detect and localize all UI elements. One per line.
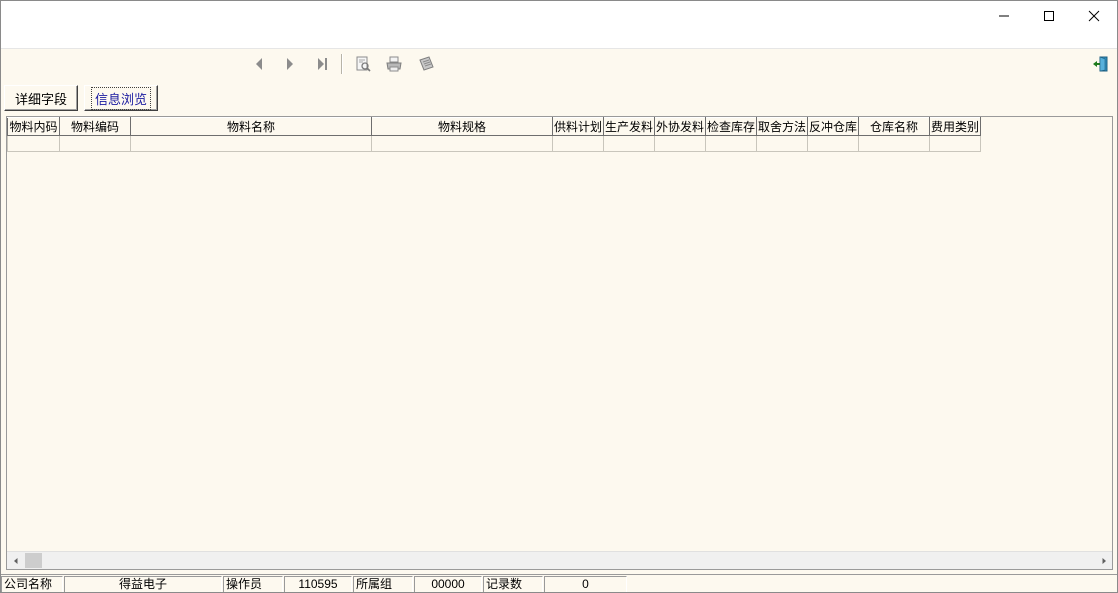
close-button[interactable] <box>1071 1 1117 31</box>
column-header[interactable]: 物料内码 <box>7 117 60 136</box>
column-header[interactable]: 费用类别 <box>929 117 981 136</box>
toolbar <box>1 50 1117 78</box>
print-preview-button[interactable] <box>352 53 374 75</box>
grid-header-row: 物料内码 物料编码 物料名称 物料规格 供料计划 生产发料 外协发料 检查库存 … <box>7 117 981 136</box>
prev-record-button[interactable] <box>248 53 270 75</box>
last-record-button[interactable] <box>312 53 334 75</box>
next-record-icon <box>287 58 293 70</box>
print-button[interactable] <box>383 53 405 75</box>
scroll-right-button[interactable] <box>1095 552 1112 569</box>
scroll-left-button[interactable] <box>7 552 24 569</box>
column-header[interactable]: 物料规格 <box>371 117 553 136</box>
grid-cell[interactable] <box>654 135 706 152</box>
grid-cell[interactable] <box>929 135 981 152</box>
close-icon <box>1088 10 1100 22</box>
column-header[interactable]: 仓库名称 <box>858 117 930 136</box>
grid-cell[interactable] <box>858 135 930 152</box>
table-row[interactable] <box>7 135 981 152</box>
column-header[interactable]: 取舍方法 <box>756 117 808 136</box>
tab-detail-fields[interactable]: 详细字段 <box>4 85 78 111</box>
grid-cell[interactable] <box>7 135 60 152</box>
column-header[interactable]: 外协发料 <box>654 117 706 136</box>
scroll-thumb[interactable] <box>25 553 42 568</box>
grid-cell[interactable] <box>705 135 757 152</box>
title-bar <box>1 1 1117 49</box>
grid-cell[interactable] <box>130 135 372 152</box>
grid-cell[interactable] <box>807 135 859 152</box>
data-grid[interactable]: 物料内码 物料编码 物料名称 物料规格 供料计划 生产发料 外协发料 检查库存 … <box>6 116 1113 570</box>
grid-cell[interactable] <box>756 135 808 152</box>
prev-record-icon <box>256 58 262 70</box>
print-icon <box>386 56 402 72</box>
grid-cell[interactable] <box>371 135 553 152</box>
column-header[interactable]: 物料编码 <box>59 117 131 136</box>
grid-cell[interactable] <box>603 135 655 152</box>
grid-table: 物料内码 物料编码 物料名称 物料规格 供料计划 生产发料 外协发料 检查库存 … <box>7 117 981 152</box>
toolbar-separator <box>341 54 343 74</box>
tab-label: 信息浏览 <box>90 86 151 110</box>
column-header[interactable]: 检查库存 <box>705 117 757 136</box>
column-header[interactable]: 反冲仓库 <box>807 117 859 136</box>
app-window: 详细字段 信息浏览 物料内码 物料编码 物料名称 物料规格 供料计划 生产发料 <box>0 0 1118 593</box>
maximize-button[interactable] <box>1026 1 1072 31</box>
column-header[interactable]: 生产发料 <box>603 117 655 136</box>
company-label: 公司名称 <box>1 576 63 592</box>
chevron-left-icon <box>13 557 17 564</box>
company-value: 得益电子 <box>64 576 222 592</box>
export-button[interactable] <box>415 53 437 75</box>
tab-label: 详细字段 <box>14 91 67 107</box>
minimize-icon <box>999 15 1009 17</box>
operator-value: 110595 <box>284 576 352 592</box>
exit-icon <box>1093 56 1108 72</box>
status-bar: 公司名称 得益电子 操作员 110595 所属组 00000 记录数 0 <box>1 574 1117 592</box>
horizontal-scrollbar[interactable] <box>7 551 1112 569</box>
print-preview-icon <box>356 56 371 72</box>
column-header[interactable]: 物料名称 <box>130 117 372 136</box>
grid-cell[interactable] <box>59 135 131 152</box>
chevron-right-icon <box>1102 557 1106 564</box>
maximize-icon <box>1044 11 1054 21</box>
group-value: 00000 <box>414 576 482 592</box>
column-header[interactable]: 供料计划 <box>552 117 604 136</box>
exit-button[interactable] <box>1090 53 1112 75</box>
operator-label: 操作员 <box>223 576 283 592</box>
last-record-icon <box>318 58 327 70</box>
tab-info-browse[interactable]: 信息浏览 <box>84 85 158 111</box>
minimize-button[interactable] <box>981 1 1027 31</box>
export-icon <box>419 56 434 71</box>
group-label: 所属组 <box>353 576 413 592</box>
grid-cell[interactable] <box>552 135 604 152</box>
record-count-label: 记录数 <box>483 576 543 592</box>
next-record-button[interactable] <box>279 53 301 75</box>
record-count-value: 0 <box>544 576 627 592</box>
